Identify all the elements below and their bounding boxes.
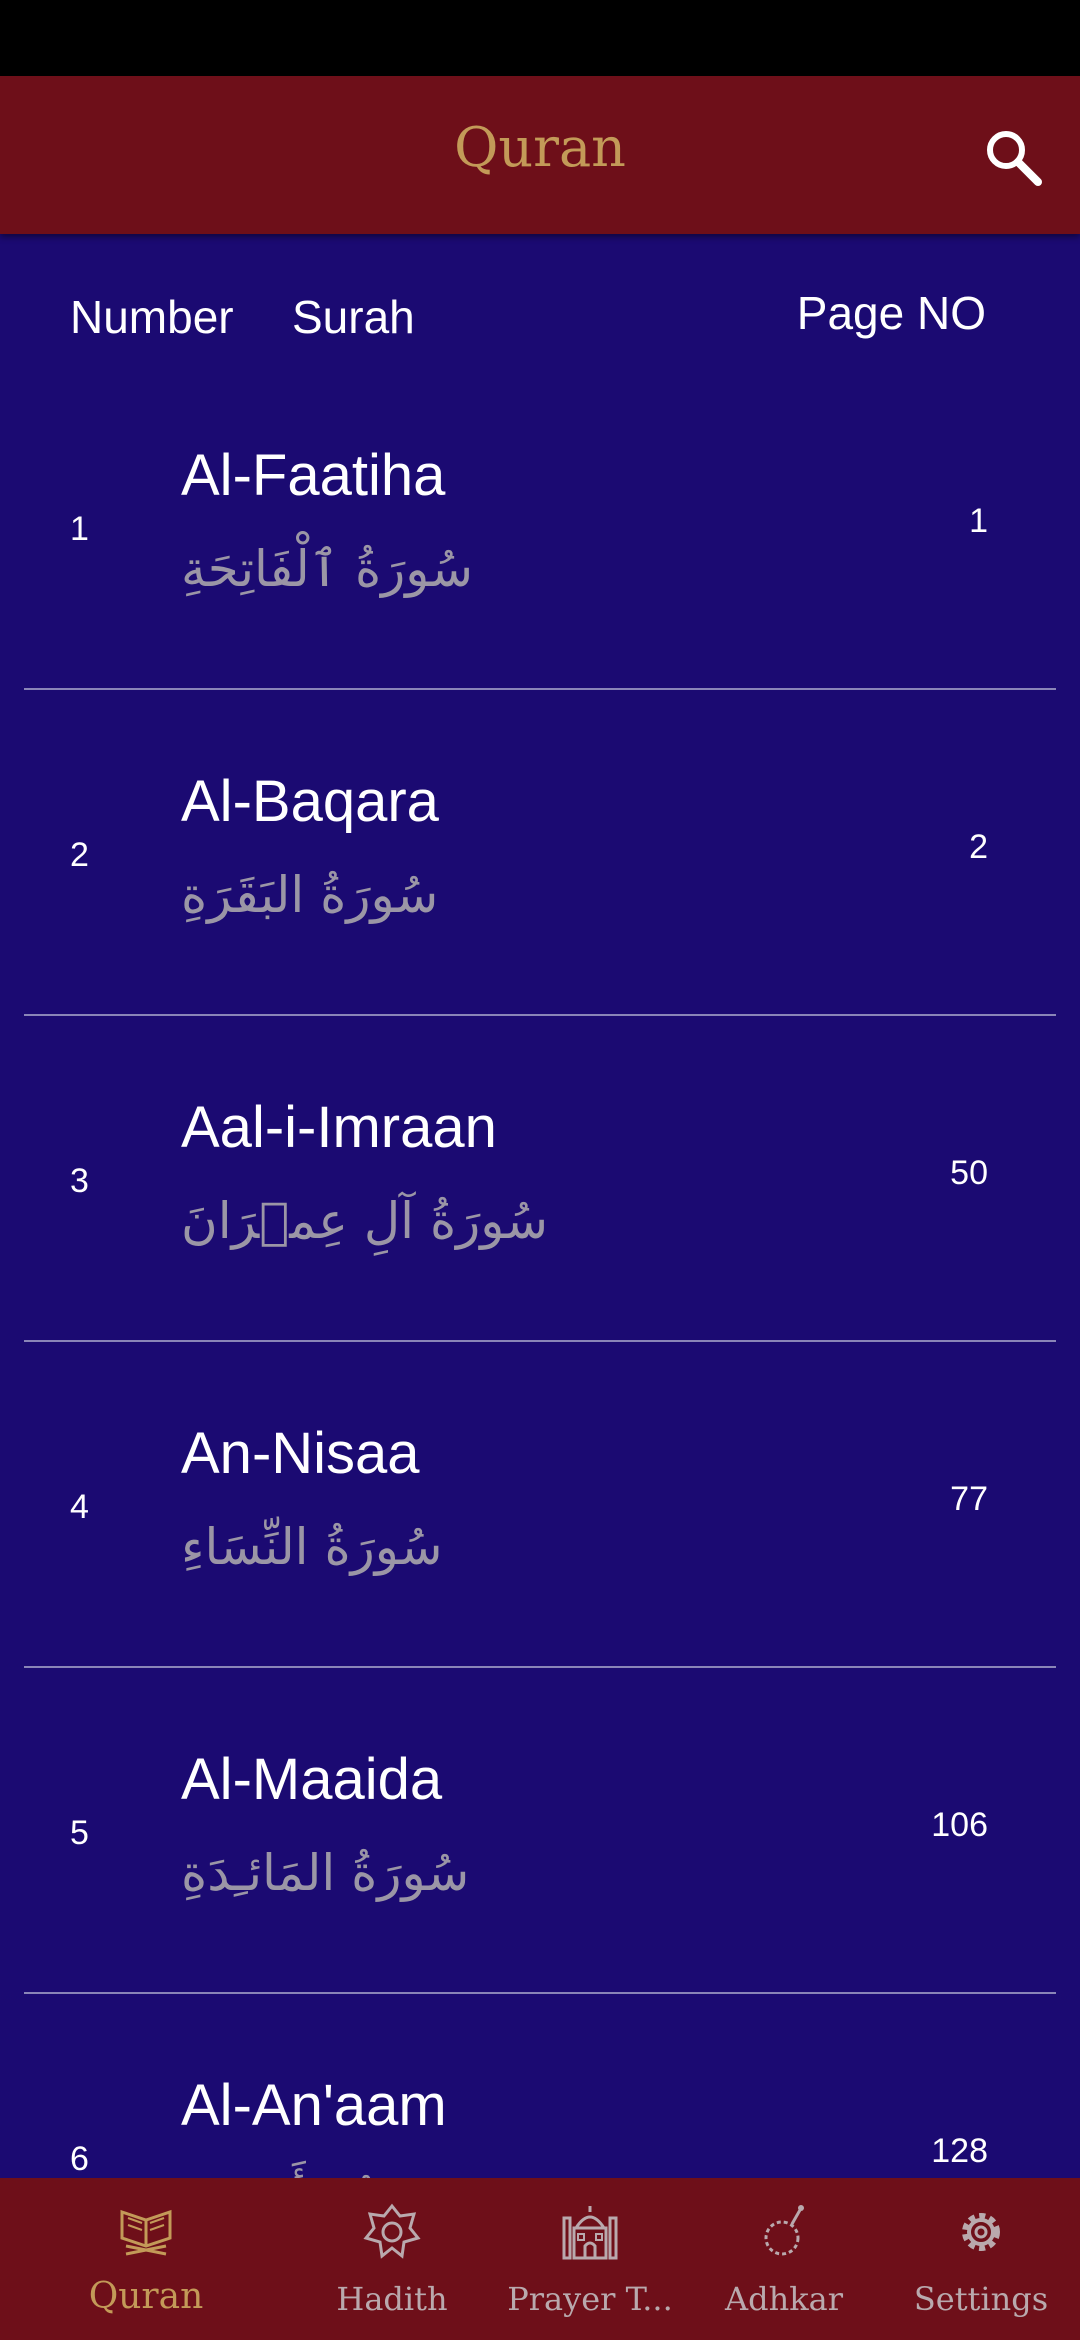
nav-label-quran: Quran: [88, 2276, 204, 2317]
nav-label-hadith: Hadith: [336, 2280, 448, 2318]
column-header-number: Number: [70, 291, 234, 343]
surah-list: 1 Al-Faatiha سُورَةُ ٱلْفَاتِحَةِ 1 2 Al…: [0, 380, 1080, 2180]
surah-page-number: 2: [969, 828, 988, 866]
surah-row[interactable]: 1 Al-Faatiha سُورَةُ ٱلْفَاتِحَةِ 1: [0, 380, 1080, 706]
surah-arabic-name: سُورَةُ آلِ عِمۡرَانَ: [181, 1192, 549, 1250]
surah-page-number: 77: [950, 1480, 988, 1518]
nav-item-quran[interactable]: Quran: [58, 2178, 234, 2340]
surah-name: Al-An'aam: [181, 2073, 447, 2138]
nav-item-prayer-times[interactable]: Prayer T...: [500, 2178, 680, 2340]
surah-name: Al-Maaida: [181, 1747, 443, 1812]
status-bar: [0, 0, 1080, 76]
search-icon[interactable]: [982, 126, 1044, 188]
prayer-beads-icon: [764, 2205, 804, 2256]
star-badge-icon: [363, 2203, 421, 2259]
surah-page-number: 50: [950, 1154, 988, 1192]
surah-number: 5: [70, 1814, 89, 1852]
row-divider: [24, 688, 1056, 690]
surah-arabic-name: سُورَةُ النِّسَاءِ: [181, 1518, 443, 1576]
app-bar: Quran: [0, 76, 1080, 234]
nav-label-prayer-times: Prayer T...: [507, 2280, 673, 2318]
nav-item-adhkar[interactable]: Adhkar: [706, 2178, 862, 2340]
surah-name: Al-Baqara: [181, 769, 439, 834]
surah-number: 1: [70, 510, 89, 548]
row-divider: [24, 1992, 1056, 1994]
quran-book-icon: [120, 2209, 172, 2256]
surah-page-number: 106: [931, 1806, 988, 1844]
surah-number: 3: [70, 1162, 89, 1200]
nav-label-adhkar: Adhkar: [725, 2280, 843, 2318]
surah-name: An-Nisaa: [181, 1421, 420, 1486]
surah-name: Aal-i-Imraan: [181, 1095, 497, 1160]
row-divider: [24, 1014, 1056, 1016]
surah-number: 2: [70, 836, 89, 874]
mosque-icon: [562, 2206, 618, 2260]
row-divider: [24, 1340, 1056, 1342]
page-title: Quran: [454, 116, 626, 179]
surah-row[interactable]: 4 An-Nisaa سُورَةُ النِّسَاءِ 77: [0, 1358, 1080, 1684]
surah-row[interactable]: 5 Al-Maaida سُورَةُ المَائـِدَةِ 106: [0, 1684, 1080, 2010]
surah-arabic-name: سُورَةُ ٱلْفَاتِحَةِ: [181, 540, 474, 598]
nav-item-hadith[interactable]: Hadith: [305, 2178, 479, 2340]
nav-item-settings[interactable]: Settings: [904, 2178, 1058, 2340]
surah-name: Al-Faatiha: [181, 443, 446, 508]
surah-row[interactable]: 3 Aal-i-Imraan سُورَةُ آلِ عِمۡرَانَ 50: [0, 1032, 1080, 1358]
surah-arabic-name: سُورَةُ البَقَرَةِ: [181, 866, 439, 924]
surah-row[interactable]: 6 Al-An'aam سُورَةُ الأَنۡعَامِ 128: [0, 2010, 1080, 2180]
row-divider: [24, 1666, 1056, 1668]
surah-number: 4: [70, 1488, 89, 1526]
column-header-page: Page NO: [796, 287, 986, 339]
surah-page-number: 128: [931, 2132, 988, 2170]
nav-label-settings: Settings: [913, 2280, 1049, 2318]
surah-row[interactable]: 2 Al-Baqara سُورَةُ البَقَرَةِ 2: [0, 706, 1080, 1032]
surah-number: 6: [70, 2140, 89, 2178]
surah-page-number: 1: [969, 502, 988, 540]
gear-icon: [962, 2213, 1000, 2251]
surah-arabic-name: سُورَةُ المَائـِدَةِ: [181, 1844, 470, 1902]
column-header-surah: Surah: [292, 291, 415, 343]
bottom-navigation: Quran Hadith Prayer T... Adhkar Settings: [0, 2178, 1080, 2340]
